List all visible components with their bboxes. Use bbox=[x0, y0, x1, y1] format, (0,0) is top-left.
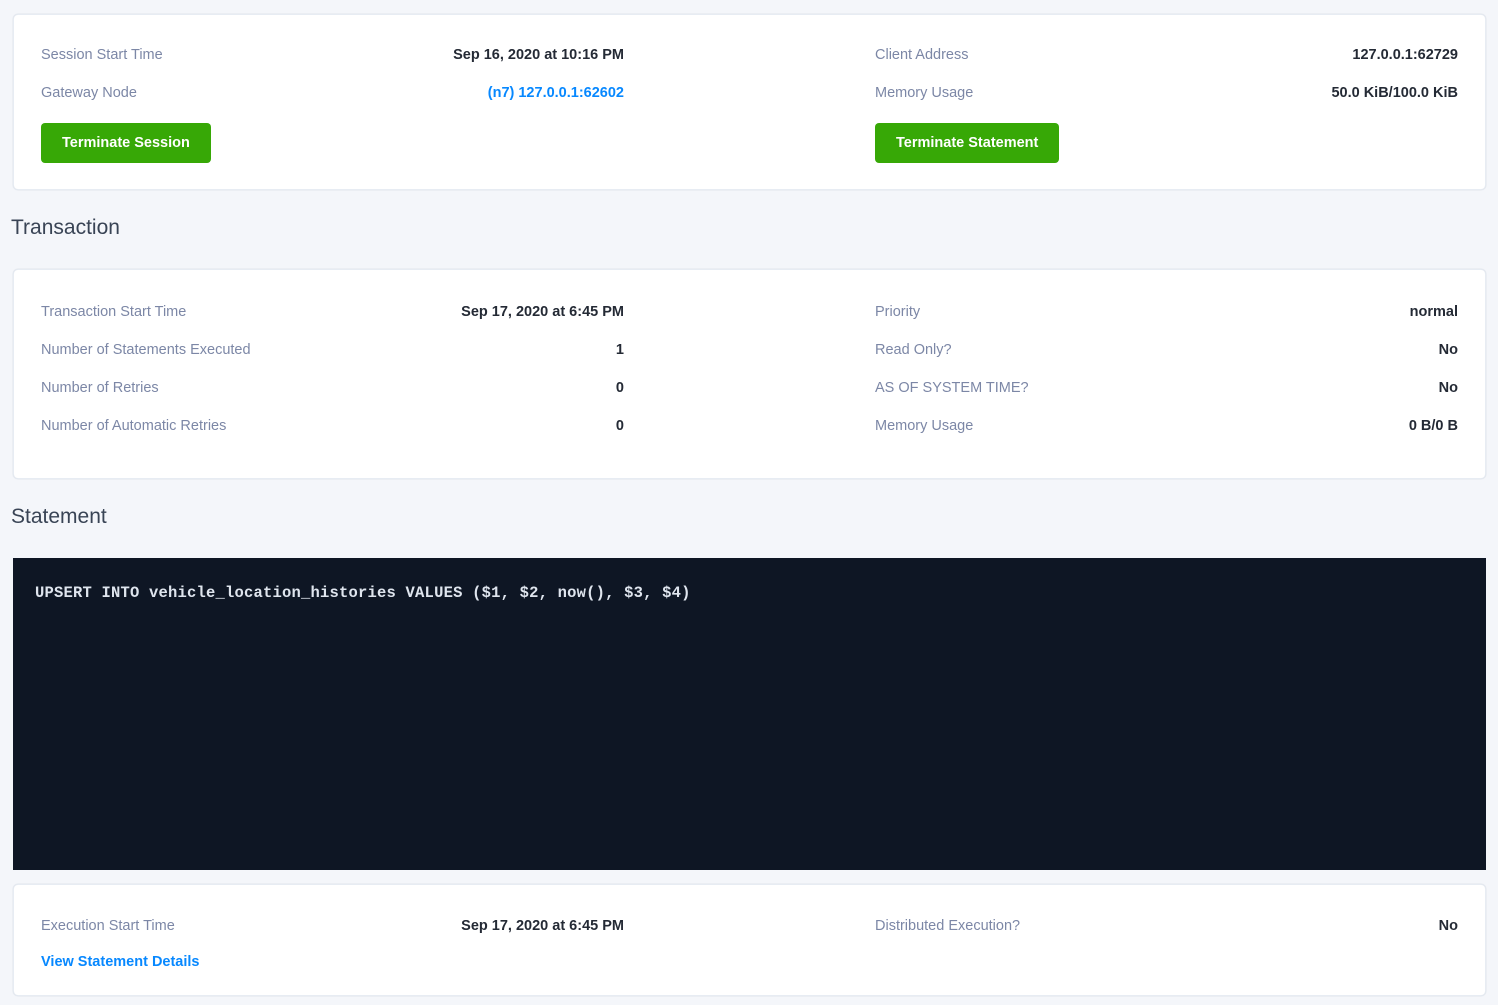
priority-row: Priority normal bbox=[875, 304, 1458, 320]
distributed-execution-value: No bbox=[1439, 918, 1458, 934]
statement-sql-box: UPSERT INTO vehicle_location_histories V… bbox=[13, 558, 1486, 870]
client-address-row: Client Address 127.0.0.1:62729 bbox=[875, 47, 1458, 63]
client-address-value: 127.0.0.1:62729 bbox=[1352, 47, 1458, 63]
client-address-label: Client Address bbox=[875, 47, 969, 63]
retries-label: Number of Retries bbox=[41, 380, 159, 396]
automatic-retries-value: 0 bbox=[616, 418, 624, 434]
transaction-left-column: Transaction Start Time Sep 17, 2020 at 6… bbox=[41, 304, 624, 456]
execution-start-time-value: Sep 17, 2020 at 6:45 PM bbox=[461, 918, 624, 934]
as-of-system-time-value: No bbox=[1439, 380, 1458, 396]
session-start-time-label: Session Start Time bbox=[41, 47, 163, 63]
execution-start-time-label: Execution Start Time bbox=[41, 918, 175, 934]
session-start-time-row: Session Start Time Sep 16, 2020 at 10:16… bbox=[41, 47, 624, 63]
transaction-memory-usage-label: Memory Usage bbox=[875, 418, 973, 434]
statement-execution-body: Execution Start Time Sep 17, 2020 at 6:4… bbox=[14, 885, 1485, 995]
as-of-system-time-label: AS OF SYSTEM TIME? bbox=[875, 380, 1029, 396]
as-of-system-time-row: AS OF SYSTEM TIME? No bbox=[875, 380, 1458, 396]
transaction-start-time-row: Transaction Start Time Sep 17, 2020 at 6… bbox=[41, 304, 624, 320]
transaction-right-column: Priority normal Read Only? No AS OF SYST… bbox=[875, 304, 1458, 456]
execution-right-column: Distributed Execution? No bbox=[875, 918, 1458, 971]
statements-executed-value: 1 bbox=[616, 342, 624, 358]
gateway-node-row: Gateway Node (n7) 127.0.0.1:62602 bbox=[41, 85, 624, 101]
session-overview-left-column: Session Start Time Sep 16, 2020 at 10:16… bbox=[41, 47, 624, 163]
execution-start-time-row: Execution Start Time Sep 17, 2020 at 6:4… bbox=[41, 918, 624, 934]
statements-executed-label: Number of Statements Executed bbox=[41, 342, 251, 358]
terminate-session-button[interactable]: Terminate Session bbox=[41, 123, 211, 163]
statement-section-title: Statement bbox=[11, 504, 1486, 529]
transaction-card-body: Transaction Start Time Sep 17, 2020 at 6… bbox=[14, 270, 1485, 478]
session-memory-usage-row: Memory Usage 50.0 KiB/100.0 KiB bbox=[875, 85, 1458, 101]
session-details-page: Session Start Time Sep 16, 2020 at 10:16… bbox=[0, 0, 1498, 996]
automatic-retries-label: Number of Automatic Retries bbox=[41, 418, 226, 434]
distributed-execution-label: Distributed Execution? bbox=[875, 918, 1020, 934]
read-only-label: Read Only? bbox=[875, 342, 952, 358]
retries-row: Number of Retries 0 bbox=[41, 380, 624, 396]
automatic-retries-row: Number of Automatic Retries 0 bbox=[41, 418, 624, 434]
statement-sql-text: UPSERT INTO vehicle_location_histories V… bbox=[35, 585, 1464, 602]
execution-left-column: Execution Start Time Sep 17, 2020 at 6:4… bbox=[41, 918, 624, 971]
transaction-start-time-label: Transaction Start Time bbox=[41, 304, 186, 320]
transaction-memory-usage-row: Memory Usage 0 B/0 B bbox=[875, 418, 1458, 434]
session-memory-usage-value: 50.0 KiB/100.0 KiB bbox=[1331, 85, 1458, 101]
transaction-card: Transaction Start Time Sep 17, 2020 at 6… bbox=[13, 269, 1486, 479]
retries-value: 0 bbox=[616, 380, 624, 396]
transaction-memory-usage-value: 0 B/0 B bbox=[1409, 418, 1458, 434]
session-start-time-value: Sep 16, 2020 at 10:16 PM bbox=[453, 47, 624, 63]
gateway-node-link[interactable]: (n7) 127.0.0.1:62602 bbox=[488, 85, 624, 101]
priority-value: normal bbox=[1410, 304, 1458, 320]
session-overview-card: Session Start Time Sep 16, 2020 at 10:16… bbox=[13, 14, 1486, 190]
session-overview-body: Session Start Time Sep 16, 2020 at 10:16… bbox=[14, 15, 1485, 189]
statements-executed-row: Number of Statements Executed 1 bbox=[41, 342, 624, 358]
read-only-value: No bbox=[1439, 342, 1458, 358]
terminate-statement-button[interactable]: Terminate Statement bbox=[875, 123, 1059, 163]
priority-label: Priority bbox=[875, 304, 920, 320]
read-only-row: Read Only? No bbox=[875, 342, 1458, 358]
statement-execution-card: Execution Start Time Sep 17, 2020 at 6:4… bbox=[13, 884, 1486, 996]
session-overview-right-column: Client Address 127.0.0.1:62729 Memory Us… bbox=[875, 47, 1458, 163]
transaction-section-title: Transaction bbox=[11, 215, 1486, 240]
gateway-node-label: Gateway Node bbox=[41, 85, 137, 101]
distributed-execution-row: Distributed Execution? No bbox=[875, 918, 1458, 934]
view-statement-details-link[interactable]: View Statement Details bbox=[41, 954, 200, 970]
session-memory-usage-label: Memory Usage bbox=[875, 85, 973, 101]
transaction-start-time-value: Sep 17, 2020 at 6:45 PM bbox=[461, 304, 624, 320]
